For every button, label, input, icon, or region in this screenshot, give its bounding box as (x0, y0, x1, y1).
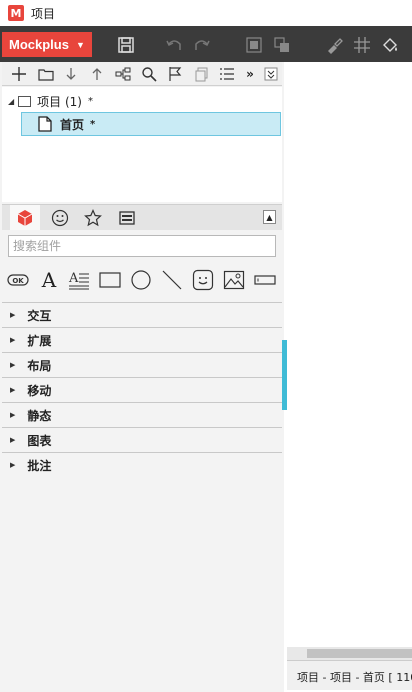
tab-favorites[interactable] (78, 205, 108, 230)
collapsed-arrow-icon: ▶ (10, 336, 16, 344)
line-widget-icon[interactable] (160, 268, 184, 292)
rectangle-widget-icon[interactable] (98, 268, 122, 292)
list-icon[interactable] (217, 64, 237, 84)
ungroup-icon[interactable] (271, 34, 293, 56)
flag-icon[interactable] (165, 64, 185, 84)
icon-widget-icon[interactable] (191, 268, 215, 292)
collapse-library-button[interactable]: ▲ (263, 210, 276, 224)
collapsed-arrow-icon: ▶ (10, 411, 16, 419)
tree-page-label: 首页 (60, 117, 85, 132)
component-search-input[interactable] (8, 235, 276, 257)
category-label: 布局 (27, 358, 52, 373)
input-widget-icon[interactable] (253, 268, 277, 292)
star-icon (84, 208, 102, 226)
mockplus-menu-button[interactable]: Mockplus ▼ (2, 32, 92, 57)
window-title: 项目 (31, 6, 56, 21)
category-annotation[interactable]: ▶ 批注 (2, 452, 282, 477)
move-up-icon[interactable] (87, 64, 107, 84)
unsaved-marker: * (87, 95, 93, 107)
category-chart[interactable]: ▶ 图表 (2, 427, 282, 452)
tab-templates[interactable] (112, 205, 142, 230)
category-extension[interactable]: ▶ 扩展 (2, 327, 282, 352)
category-static[interactable]: ▶ 静态 (2, 402, 282, 427)
app-logo-icon: M (8, 5, 24, 21)
redo-icon[interactable] (191, 34, 213, 56)
expanded-triangle-icon[interactable]: ◢ (8, 97, 14, 106)
format-brush-icon[interactable] (323, 34, 345, 56)
button-widget-label: OK (12, 277, 24, 285)
horizontal-scrollbar[interactable] (287, 647, 412, 660)
paragraph-widget-icon[interactable]: A (67, 268, 91, 292)
chevron-down-icon: ▼ (75, 39, 85, 50)
add-icon[interactable] (9, 64, 29, 84)
tree-root-project[interactable]: ◢ 项目 (1) * (8, 92, 93, 110)
tree-page-home[interactable]: 首页 * (21, 112, 281, 136)
collapsed-arrow-icon: ▶ (10, 311, 16, 319)
text-widget-icon[interactable]: A (37, 268, 61, 292)
window-titlebar: M 项目 (0, 0, 412, 26)
fill-bucket-icon[interactable] (379, 34, 401, 56)
scrollbar-thumb[interactable] (307, 649, 412, 658)
category-label: 扩展 (27, 333, 52, 348)
expand-icon[interactable] (261, 64, 281, 84)
group-icon[interactable] (243, 34, 265, 56)
svg-text:A: A (68, 271, 79, 286)
unsaved-marker: * (90, 118, 96, 130)
status-breadcrumb: 项目 - 项目 - 首页 [ 110 (297, 671, 412, 684)
tab-components[interactable] (10, 205, 40, 230)
design-canvas[interactable] (287, 62, 412, 647)
library-tabbar (2, 204, 282, 230)
category-mobile[interactable]: ▶ 移动 (2, 377, 282, 402)
collapsed-arrow-icon: ▶ (10, 436, 16, 444)
cube-icon (17, 209, 33, 226)
search-icon[interactable] (139, 64, 159, 84)
project-icon (18, 95, 32, 107)
smiley-icon (51, 209, 69, 226)
template-icon (119, 210, 135, 225)
button-widget-icon[interactable]: OK (6, 268, 30, 292)
category-label: 移动 (27, 383, 52, 398)
status-bar: 项目 - 项目 - 首页 [ 110 (287, 660, 412, 690)
category-interaction[interactable]: ▶ 交互 (2, 302, 282, 327)
copy-page-icon[interactable] (191, 64, 211, 84)
collapsed-arrow-icon: ▶ (10, 386, 16, 394)
category-layout[interactable]: ▶ 布局 (2, 352, 282, 377)
page-icon (38, 116, 52, 132)
category-label: 交互 (27, 308, 52, 323)
circle-widget-icon[interactable] (129, 268, 153, 292)
folder-icon[interactable] (36, 64, 56, 84)
undo-icon[interactable] (163, 34, 185, 56)
component-categories: ▶ 交互 ▶ 扩展 ▶ 布局 ▶ 移动 ▶ 静态 ▶ 图表 ▶ 批注 (2, 302, 282, 477)
collapsed-arrow-icon: ▶ (10, 361, 16, 369)
category-label: 批注 (27, 458, 52, 473)
image-widget-icon[interactable] (222, 268, 246, 292)
category-label: 图表 (27, 433, 52, 448)
tab-icons[interactable] (45, 205, 75, 230)
more-icon[interactable]: » (240, 64, 260, 84)
save-icon[interactable] (115, 34, 137, 56)
category-label: 静态 (27, 408, 52, 423)
tree-root-label: 项目 (1) (37, 94, 82, 109)
sitemap-icon[interactable] (113, 64, 133, 84)
grid-icon[interactable] (351, 34, 373, 56)
collapsed-arrow-icon: ▶ (10, 461, 16, 469)
brand-label: Mockplus (9, 37, 69, 52)
move-down-icon[interactable] (61, 64, 81, 84)
